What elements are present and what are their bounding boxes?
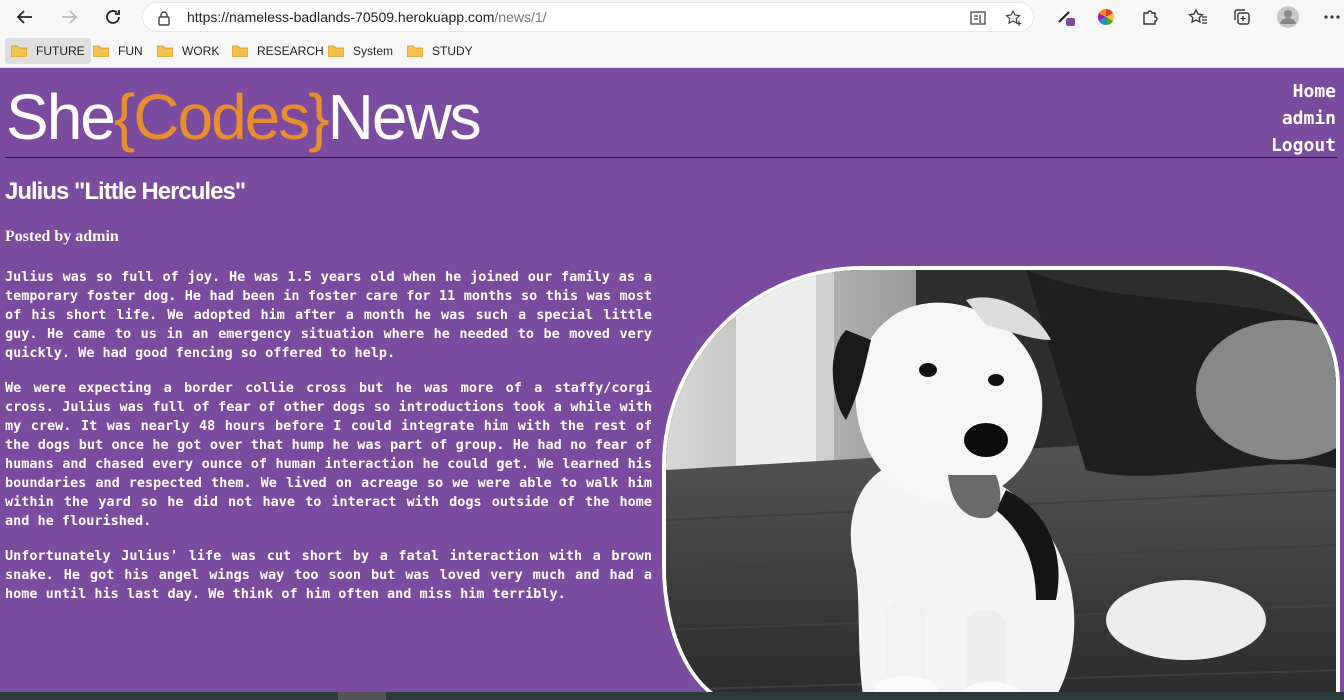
folder-icon bbox=[93, 45, 109, 57]
refresh-icon bbox=[106, 10, 120, 24]
header-divider bbox=[5, 157, 1337, 158]
bookmark-label: FUN bbox=[118, 44, 143, 58]
article-title: Julius "Little Hercules" bbox=[5, 178, 246, 205]
refresh-button[interactable] bbox=[100, 4, 126, 30]
logo-news: News bbox=[327, 81, 482, 153]
forward-button[interactable] bbox=[56, 4, 82, 30]
site-nav: Home admin Logout bbox=[1271, 78, 1336, 159]
bookmark-study[interactable]: STUDY bbox=[401, 38, 479, 64]
folder-icon bbox=[157, 45, 173, 57]
news-page: She{Codes}News Home admin Logout Julius … bbox=[0, 68, 1344, 692]
ellipsis-icon bbox=[1324, 15, 1340, 19]
avatar-icon bbox=[1277, 6, 1299, 28]
puzzle-icon bbox=[1143, 10, 1158, 25]
bookmark-label: System bbox=[353, 44, 394, 58]
arrow-right-icon bbox=[62, 10, 78, 24]
article-paragraph: Julius was so full of joy. He was 1.5 ye… bbox=[5, 269, 652, 361]
extension-pen-button[interactable] bbox=[1054, 5, 1078, 29]
bookmarks-bar: FUTURE FUN WORK RESEARCH System STUDY bbox=[0, 34, 1344, 68]
arrow-left-icon bbox=[16, 10, 32, 24]
extension-color-button[interactable] bbox=[1094, 5, 1118, 29]
logo-she: She bbox=[6, 81, 116, 153]
nav-home-link[interactable]: Home bbox=[1271, 78, 1336, 105]
bookmark-label: RESEARCH bbox=[257, 44, 324, 58]
taskbar bbox=[0, 692, 1344, 700]
dog-photo-image bbox=[666, 270, 1336, 692]
article-paragraph: We were expecting a border collie cross … bbox=[5, 380, 652, 529]
back-button[interactable] bbox=[12, 4, 38, 30]
extensions-button[interactable] bbox=[1138, 5, 1162, 29]
nav-logout-link[interactable]: Logout bbox=[1271, 132, 1336, 159]
favorite-add-icon[interactable] bbox=[1005, 9, 1023, 27]
folder-icon bbox=[11, 45, 27, 57]
url-text: https://nameless-badlands-70509.herokuap… bbox=[187, 9, 547, 25]
address-bar[interactable]: https://nameless-badlands-70509.herokuap… bbox=[142, 2, 1034, 32]
bookmark-research[interactable]: RESEARCH bbox=[226, 38, 330, 64]
taskbar-item[interactable] bbox=[338, 692, 386, 700]
site-logo[interactable]: She{Codes}News bbox=[6, 80, 482, 154]
bookmark-label: WORK bbox=[182, 44, 220, 58]
favorites-button[interactable] bbox=[1186, 5, 1210, 29]
bookmark-label: STUDY bbox=[432, 44, 473, 58]
more-menu-button[interactable] bbox=[1320, 5, 1344, 29]
bookmark-fun[interactable]: FUN bbox=[87, 38, 149, 64]
profile-button[interactable] bbox=[1276, 5, 1300, 29]
bookmark-label: FUTURE bbox=[36, 44, 85, 58]
bookmark-system[interactable]: System bbox=[322, 38, 399, 64]
pen-icon bbox=[1058, 11, 1075, 26]
color-wheel-icon bbox=[1097, 8, 1115, 26]
favorites-star-icon bbox=[1188, 8, 1207, 24]
article-byline: Posted by admin bbox=[5, 228, 119, 245]
bookmark-future[interactable]: FUTURE bbox=[5, 38, 91, 64]
reader-view-icon[interactable] bbox=[969, 9, 987, 27]
article-photo bbox=[662, 266, 1340, 692]
collections-icon bbox=[1234, 9, 1250, 25]
article-body: Julius was so full of joy. He was 1.5 ye… bbox=[5, 268, 652, 620]
lock-icon bbox=[158, 11, 170, 26]
bookmark-work[interactable]: WORK bbox=[151, 38, 225, 64]
logo-codes: {Codes} bbox=[113, 81, 330, 153]
folder-icon bbox=[232, 45, 248, 57]
collections-button[interactable] bbox=[1230, 5, 1254, 29]
folder-icon bbox=[328, 45, 344, 57]
article-paragraph: Unfortunately Julius' life was cut short… bbox=[5, 548, 652, 602]
folder-icon bbox=[407, 45, 423, 57]
browser-toolbar: https://nameless-badlands-70509.herokuap… bbox=[0, 0, 1344, 34]
nav-admin-link[interactable]: admin bbox=[1271, 105, 1336, 132]
